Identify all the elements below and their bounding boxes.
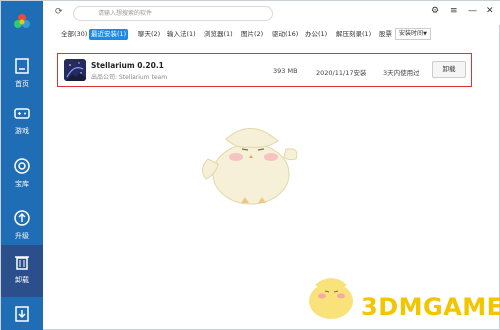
sidebar-item-label: 宝库 [15,180,29,188]
gamepad-icon [14,108,30,119]
home-icon [15,58,29,74]
trash-icon [15,256,29,270]
app-window: 首页 游戏 宝库 升级 卸载 ⟳ 请输入想搜索的软件 ⚙ ≡ — ✕ 全部(30… [0,0,500,330]
stellarium-icon [64,59,86,81]
sidebar-item-games[interactable]: 游戏 [1,96,43,150]
tab-office[interactable]: 办公(1) [303,29,329,40]
tab-all[interactable]: 全部(30) [59,29,89,40]
sort-label: 安装时间 [399,30,424,37]
sidebar-item-home[interactable]: 首页 [1,49,43,103]
tab-archive[interactable]: 解压刻录(1) [334,29,373,40]
sidebar-item-label: 游戏 [15,127,29,135]
tab-drivers[interactable]: 驱动(16) [270,29,300,40]
sidebar-item-store[interactable]: 宝库 [1,149,43,203]
app-name: Stellarium 0.20.1 [91,61,164,70]
sidebar-item-label: 首页 [15,80,29,88]
settings-icon[interactable]: ⚙ [431,6,439,16]
logo-icon [14,14,30,28]
menu-icon[interactable]: ≡ [450,6,458,16]
minimize-icon[interactable]: — [468,6,477,16]
install-date: 2020/11/17安装 [316,69,367,77]
tab-browser[interactable]: 浏览器(1) [202,29,235,40]
top-bar: ⟳ 请输入想搜索的软件 ⚙ ≡ — ✕ [43,1,500,25]
sidebar-item-label: 卸载 [15,276,29,284]
last-used: 3天内使用过 [383,69,420,77]
watermark-mascot [309,278,353,319]
sidebar-item-uninstall[interactable]: 卸载 [1,245,43,297]
app-logo [1,1,43,43]
uninstall-button[interactable]: 卸载 [432,61,466,78]
refresh-icon[interactable]: ⟳ [55,7,63,17]
upgrade-icon [14,210,30,226]
close-icon[interactable]: ✕ [486,6,494,16]
tab-chat[interactable]: 聊天(2) [136,29,162,40]
app-publisher: 出品公司: Stellarium team [91,74,168,81]
category-tabs: 全部(30) 最近安装(1) 聊天(2) 输入法(1) 浏览器(1) 图片(2)… [43,27,500,43]
app-row: Stellarium 0.20.1 出品公司: Stellarium team … [57,53,472,87]
tab-images[interactable]: 图片(2) [239,29,265,40]
search-input[interactable]: 请输入想搜索的软件 [73,6,273,21]
sidebar-item-download[interactable] [1,301,43,327]
sidebar-item-label: 升级 [15,232,29,240]
watermark-text: 3DMGAME [361,293,500,321]
app-size: 393 MB [273,67,298,75]
tab-recent[interactable]: 最近安装(1) [89,29,129,40]
chevron-down-icon: ▼ [423,31,427,37]
sort-select[interactable]: 安装时间 ▼ [395,28,431,40]
store-icon [14,158,30,174]
tab-input[interactable]: 输入法(1) [165,29,198,40]
sidebar: 首页 游戏 宝库 升级 卸载 [1,1,43,330]
download-icon [15,306,29,322]
tab-stocks[interactable]: 股票 [377,29,394,40]
mascot-illustration [202,128,298,205]
